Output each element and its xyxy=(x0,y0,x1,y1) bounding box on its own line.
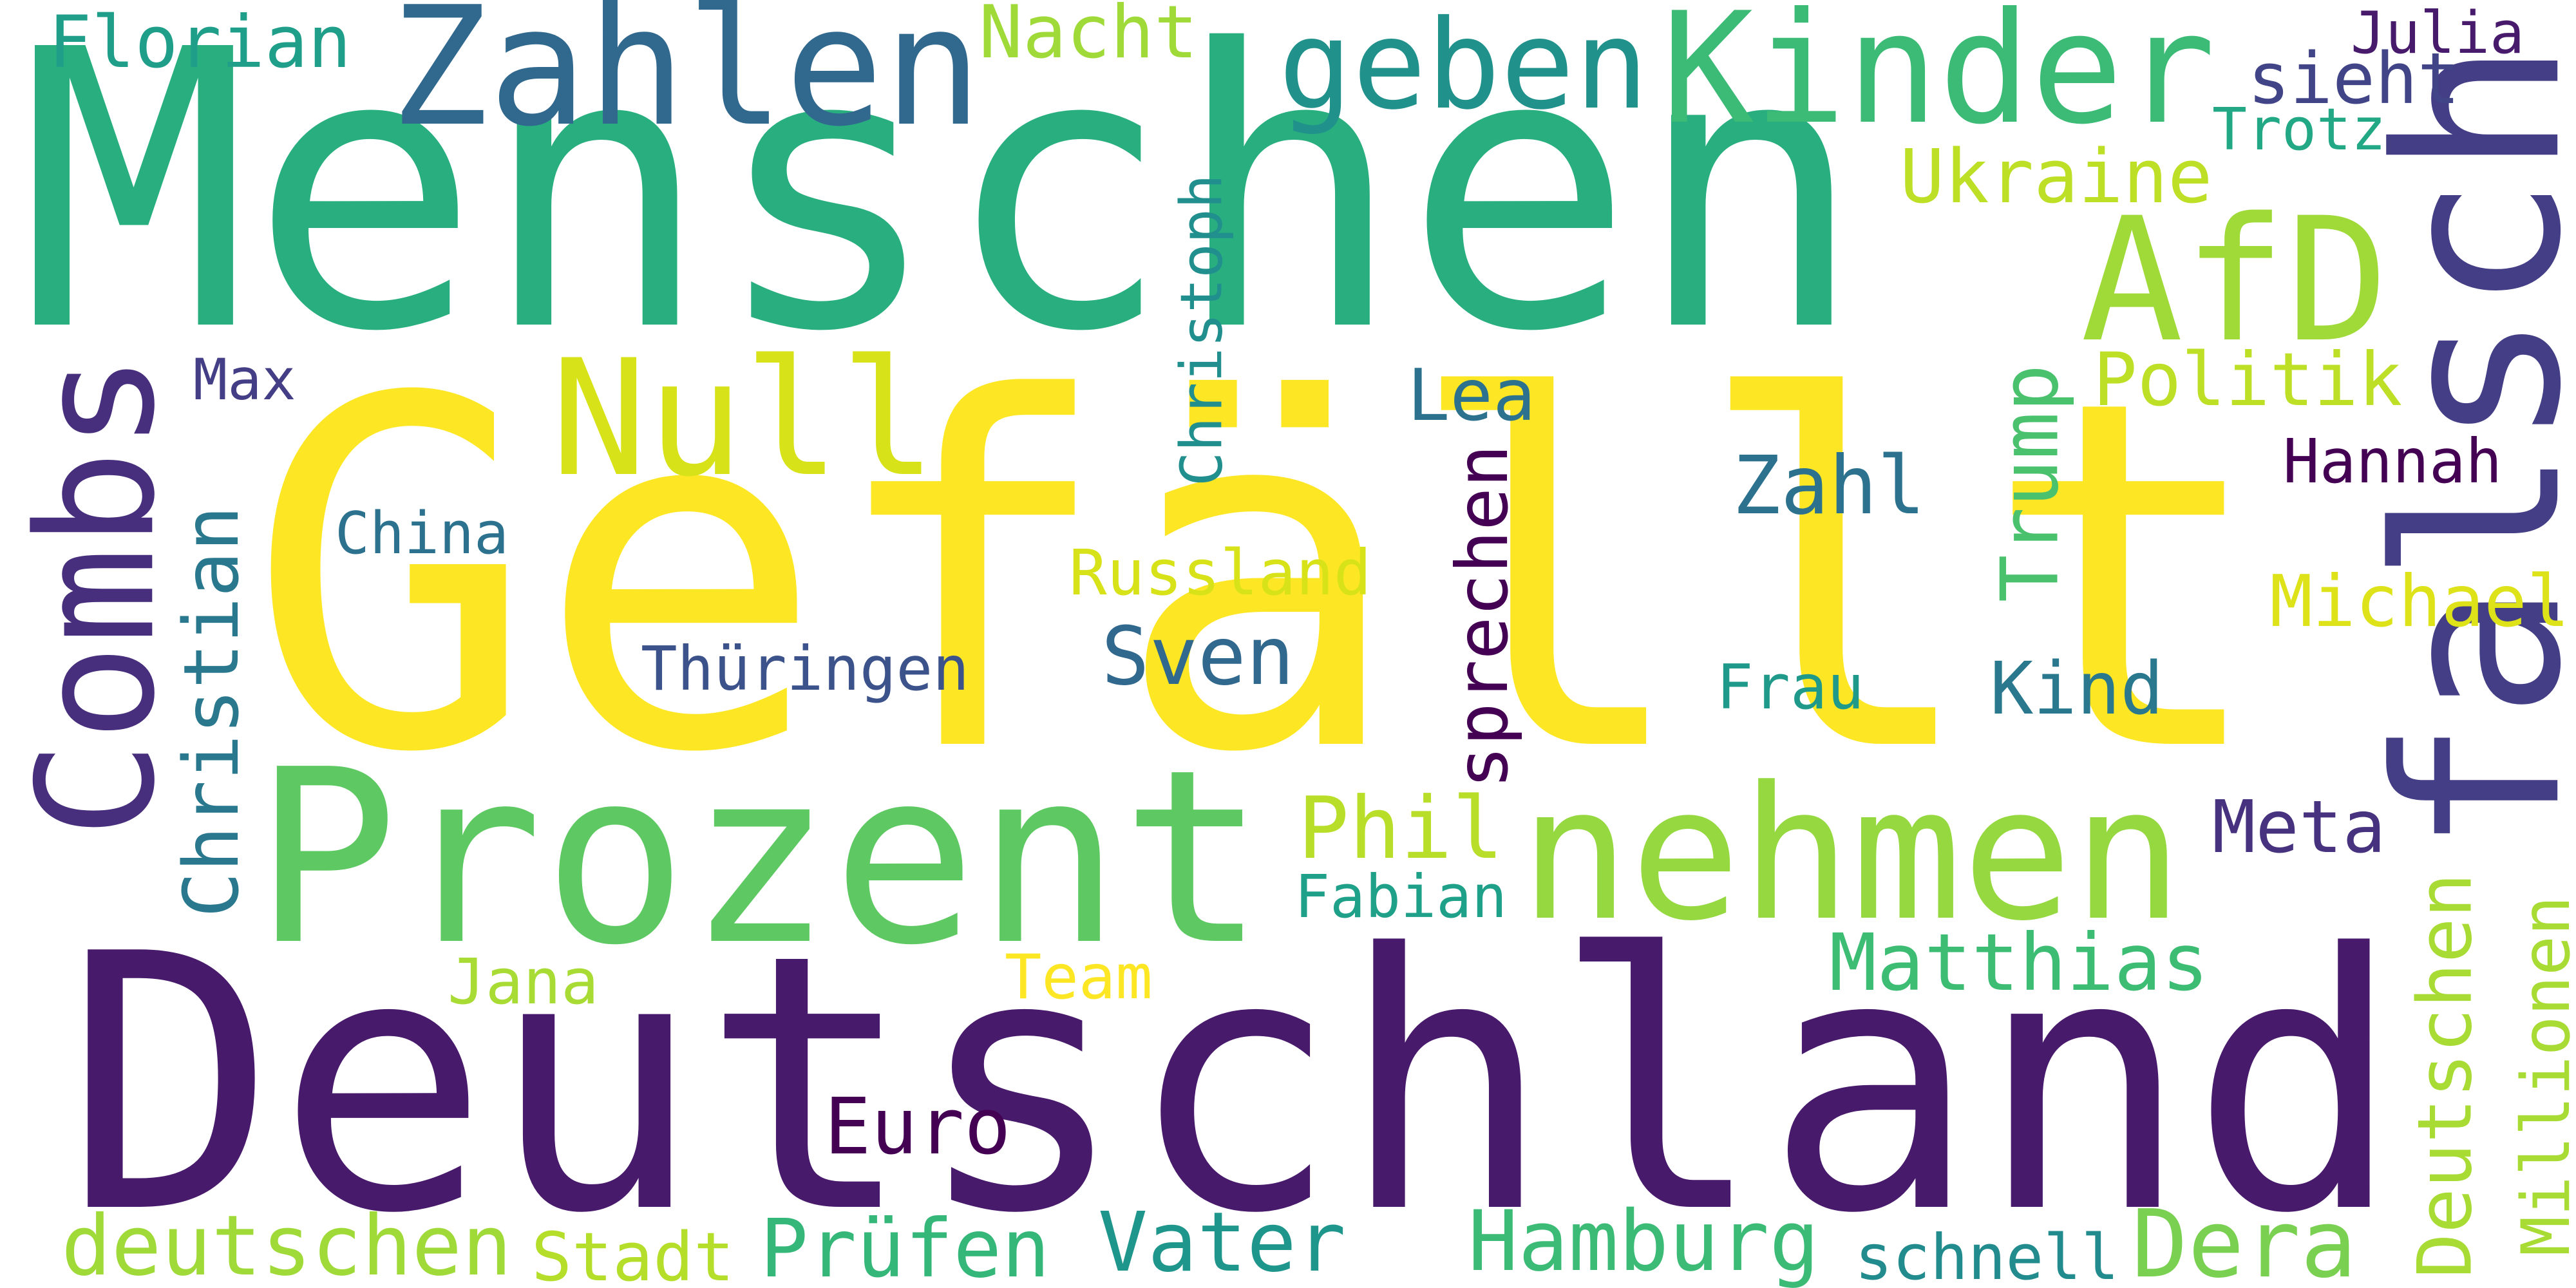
word-deutschen-vertical: Deutschen xyxy=(2401,873,2489,1278)
word-null: Null xyxy=(551,325,937,512)
word-geben: geben xyxy=(1278,0,1649,137)
word-china: China xyxy=(335,500,509,567)
word-meta: Meta xyxy=(2212,786,2386,869)
word-thuringen: Thüringen xyxy=(641,634,969,705)
word-florian: Florian xyxy=(48,1,352,84)
word-matthias: Matthias xyxy=(1829,916,2209,1009)
word-michael: Michael xyxy=(2269,560,2570,643)
word-jana: Jana xyxy=(448,945,599,1018)
word-millionen: Millionen xyxy=(2508,895,2576,1256)
word-hamburg: Hamburg xyxy=(1468,1192,1820,1288)
word-zahl: Zahl xyxy=(1732,439,1926,533)
word-christoph: Christoph xyxy=(1168,173,1236,486)
word-vater: Vater xyxy=(1098,1195,1346,1288)
word-fabian: Fabian xyxy=(1294,862,1508,931)
word-cloud: Gefällt Deutschland Menschen falsch Proz… xyxy=(0,0,2576,1288)
word-team: Team xyxy=(1005,942,1153,1013)
word-lea: Lea xyxy=(1407,354,1536,437)
word-prufen: Prüfen xyxy=(760,1202,1050,1288)
word-christian: Christian xyxy=(166,506,256,918)
word-hannah: Hannah xyxy=(2283,426,2503,497)
word-ukraine: Ukraine xyxy=(1900,133,2213,220)
word-deutschen: deutschen xyxy=(61,1197,512,1288)
word-dera: Dera xyxy=(2132,1190,2357,1288)
word-sprechen: sprechen xyxy=(1441,444,1524,789)
word-sven: Sven xyxy=(1101,609,1294,703)
word-euro: Euro xyxy=(824,1082,1011,1172)
word-nacht: Nacht xyxy=(979,0,1198,75)
word-kinder: Kinder xyxy=(1662,0,2216,158)
word-max: Max xyxy=(193,346,296,413)
word-schnell: schnell xyxy=(1855,1221,2119,1288)
word-zahlen: Zahlen xyxy=(390,0,983,163)
word-frau: Frau xyxy=(1716,652,1864,723)
word-russland: Russland xyxy=(1069,536,1372,609)
word-politik: Politik xyxy=(2093,337,2403,422)
word-kind: Kind xyxy=(1990,647,2164,731)
word-stadt: Stadt xyxy=(531,1218,735,1288)
word-phil: Phil xyxy=(1298,779,1504,878)
word-combs: Combs xyxy=(2,353,190,838)
word-trotz: Trotz xyxy=(2212,96,2386,164)
word-trump: Trump xyxy=(1984,363,2076,602)
